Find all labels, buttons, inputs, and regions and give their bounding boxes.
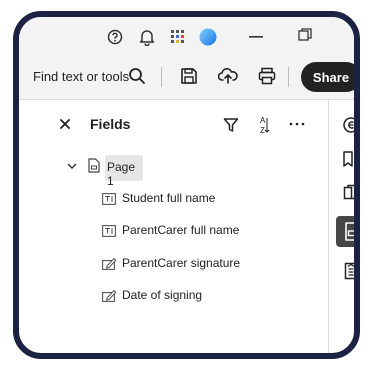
field-item[interactable]: ParentCarer signature <box>102 255 322 273</box>
field-label: Date of signing <box>122 288 203 302</box>
page-node[interactable]: Page 1 <box>105 155 143 188</box>
signature-field-icon <box>102 289 117 302</box>
field-item[interactable]: Student full name <box>102 190 322 208</box>
upload-cloud-icon[interactable] <box>218 67 238 85</box>
field-label: ParentCarer full name <box>122 223 240 237</box>
text-field-icon <box>102 225 116 237</box>
text-field-icon <box>102 193 116 205</box>
page-icon <box>88 158 100 173</box>
field-label: ParentCarer signature <box>122 256 241 270</box>
close-icon[interactable] <box>59 118 71 130</box>
save-icon[interactable] <box>180 67 198 85</box>
share-button-label: Share <box>312 69 350 85</box>
window-frame: Find text or tools Share Fields AZ Page … <box>13 11 360 359</box>
document-icon[interactable] <box>342 262 354 280</box>
field-item[interactable]: ParentCarer full name <box>102 222 322 240</box>
print-icon[interactable] <box>258 67 276 85</box>
signature-field-icon <box>102 257 117 270</box>
field-label: Student full name <box>122 191 216 205</box>
toolbar-divider-2 <box>288 67 289 87</box>
bookmark-list-icon[interactable] <box>342 150 354 168</box>
sort-az-icon[interactable]: AZ <box>257 115 271 135</box>
comment-icon[interactable] <box>342 116 354 134</box>
search-icon[interactable] <box>128 67 146 85</box>
panel-title: Fields <box>90 116 131 132</box>
bell-icon[interactable] <box>139 28 155 46</box>
svg-text:Z: Z <box>260 126 265 135</box>
svg-text:A: A <box>260 116 266 125</box>
form-fields-icon[interactable] <box>336 216 354 247</box>
more-options-icon[interactable] <box>289 122 305 126</box>
page-label: Page 1 <box>107 160 136 188</box>
help-circle-icon[interactable] <box>107 29 123 45</box>
toolbar: Find text or tools Share <box>19 55 354 100</box>
share-button[interactable]: Share <box>301 62 354 92</box>
chevron-down-icon[interactable] <box>67 162 77 170</box>
profile-avatar-icon[interactable] <box>199 28 217 46</box>
filter-icon[interactable] <box>223 117 239 133</box>
title-bar <box>19 17 354 55</box>
minimize-icon[interactable] <box>249 35 263 39</box>
field-item[interactable]: Date of signing <box>102 287 322 305</box>
toolbar-divider <box>161 67 162 87</box>
restore-icon[interactable] <box>298 28 312 42</box>
right-rail-divider <box>328 100 329 353</box>
find-text-label[interactable]: Find text or tools <box>33 69 129 84</box>
apps-grid-icon[interactable] <box>170 29 186 45</box>
pages-icon[interactable] <box>342 184 354 202</box>
